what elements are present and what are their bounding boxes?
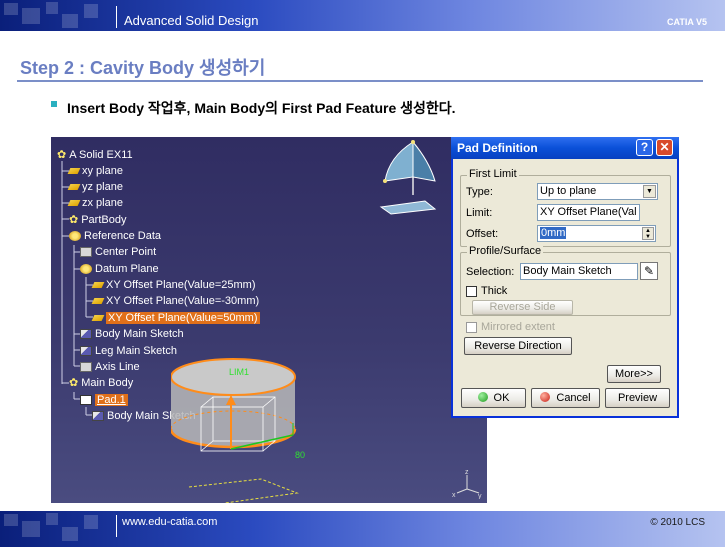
catia-viewport[interactable]: ✿ A Solid EX11 xy plane yz plane zx plan…	[51, 137, 487, 503]
heading-divider	[17, 80, 703, 82]
first-limit-label: First Limit	[467, 168, 519, 180]
header-brand: CATIA V5	[666, 17, 707, 27]
svg-text:y: y	[478, 493, 482, 499]
ok-icon	[477, 392, 488, 402]
limit-field[interactable]: XY Offset Plane(Val	[537, 204, 640, 221]
bullet-text: Insert Body 작업후, Main Body의 First Pad Fe…	[67, 100, 456, 116]
cancel-button[interactable]: Cancel	[531, 388, 600, 408]
dialog-title: Pad Definition	[457, 141, 538, 155]
plane-icon	[67, 200, 81, 206]
sketch-edit-icon[interactable]: ✎	[640, 262, 658, 280]
reference-icon	[69, 231, 81, 241]
profile-label: Profile/Surface	[467, 245, 544, 257]
offset-field[interactable]: 0mm ▲ ▼	[537, 225, 656, 242]
type-label: Type:	[466, 186, 493, 198]
footer-url[interactable]: www.edu-catia.com	[122, 516, 217, 528]
pad-icon	[80, 395, 92, 405]
thick-checkbox[interactable]	[466, 286, 477, 297]
cancel-icon	[540, 392, 551, 402]
tree-item-leg-main-sketch[interactable]: Leg Main Sketch	[80, 344, 177, 358]
axis-triad-icon: z x y	[452, 469, 482, 499]
tree-item-datum-plane[interactable]: Datum Plane	[80, 262, 159, 276]
type-dropdown[interactable]: Up to plane ▼	[537, 183, 658, 200]
tree-item-offset-plane-25[interactable]: XY Offset Plane(Value=25mm)	[91, 278, 256, 292]
plane-icon	[91, 282, 105, 288]
svg-text:x: x	[452, 492, 456, 499]
bullet-icon	[51, 101, 57, 107]
tree-item-main-body[interactable]: ✿ Main Body	[69, 376, 133, 390]
tree-item-body-main-sketch[interactable]: Body Main Sketch	[80, 327, 184, 341]
tree-item-part[interactable]: ✿ A Solid EX11	[57, 148, 133, 162]
thick-label: Thick	[481, 285, 508, 297]
body-gear-icon: ✿	[69, 377, 79, 389]
preview-button[interactable]: Preview	[605, 388, 670, 408]
tree-item-reference-data[interactable]: Reference Data	[69, 229, 161, 243]
sketch-icon	[80, 346, 92, 356]
reverse-direction-button[interactable]: Reverse Direction	[464, 337, 572, 355]
part-gear-icon: ✿	[57, 149, 67, 161]
close-button[interactable]: ✕	[656, 139, 673, 156]
decor-squares	[0, 511, 120, 542]
offset-label: Offset:	[466, 228, 499, 240]
selection-field[interactable]: Body Main Sketch	[520, 263, 638, 280]
plane-icon	[91, 298, 105, 304]
help-button[interactable]: ?	[636, 139, 653, 156]
reference-icon	[80, 264, 92, 274]
3d-model-preview[interactable]: LIM1 80	[171, 347, 371, 503]
svg-text:z: z	[465, 469, 469, 476]
dimension-label: 80	[295, 450, 305, 460]
ok-button[interactable]: OK	[461, 388, 526, 408]
tree-item-center-point[interactable]: Center Point	[80, 245, 156, 259]
body-gear-icon: ✿	[69, 214, 79, 226]
point-icon	[80, 247, 92, 257]
more-button[interactable]: More>>	[607, 365, 661, 383]
header-band: Advanced Solid Design CATIA V5	[0, 0, 725, 31]
sketch-icon	[80, 329, 92, 339]
mirrored-extent-checkbox[interactable]	[466, 322, 477, 333]
compass-icon[interactable]	[377, 137, 439, 217]
pad-definition-dialog: Pad Definition ? ✕ First Limit Type: Up …	[451, 137, 679, 418]
plane-icon	[67, 184, 81, 190]
lim-label: LIM1	[229, 367, 249, 377]
tree-item-offset-plane-50[interactable]: XY Offset Plane(Value=50mm)	[91, 311, 260, 325]
plane-icon	[91, 315, 105, 321]
page-heading: Step 2 : Cavity Body 생성하기	[20, 58, 266, 78]
tree-item-partbody[interactable]: ✿ PartBody	[69, 213, 126, 227]
limit-label: Limit:	[466, 207, 493, 219]
mirrored-extent-label: Mirrored extent	[481, 321, 555, 333]
axis-icon	[80, 362, 92, 372]
sketch-icon	[92, 411, 104, 421]
decor-squares	[0, 0, 120, 31]
header-title: Advanced Solid Design	[124, 13, 259, 28]
tree-item-pad1[interactable]: Pad.1	[80, 393, 128, 407]
footer-copyright: © 2010 LCS	[650, 517, 705, 528]
tree-item-xy-plane[interactable]: xy plane	[67, 164, 123, 178]
selection-label: Selection:	[466, 266, 515, 278]
footer-band: www.edu-catia.com © 2010 LCS	[0, 511, 725, 547]
tree-item-yz-plane[interactable]: yz plane	[67, 180, 123, 194]
reverse-side-button[interactable]: Reverse Side	[472, 300, 573, 315]
dialog-titlebar[interactable]: Pad Definition ? ✕	[451, 137, 679, 159]
tree-item-axis-line[interactable]: Axis Line	[80, 360, 140, 374]
plane-icon	[67, 168, 81, 174]
spinner-icon[interactable]: ▲ ▼	[642, 227, 654, 240]
tree-item-zx-plane[interactable]: zx plane	[67, 196, 123, 210]
tree-item-offset-plane-neg30[interactable]: XY Offset Plane(Value=-30mm)	[91, 294, 259, 308]
chevron-down-icon[interactable]: ▼	[643, 185, 656, 198]
